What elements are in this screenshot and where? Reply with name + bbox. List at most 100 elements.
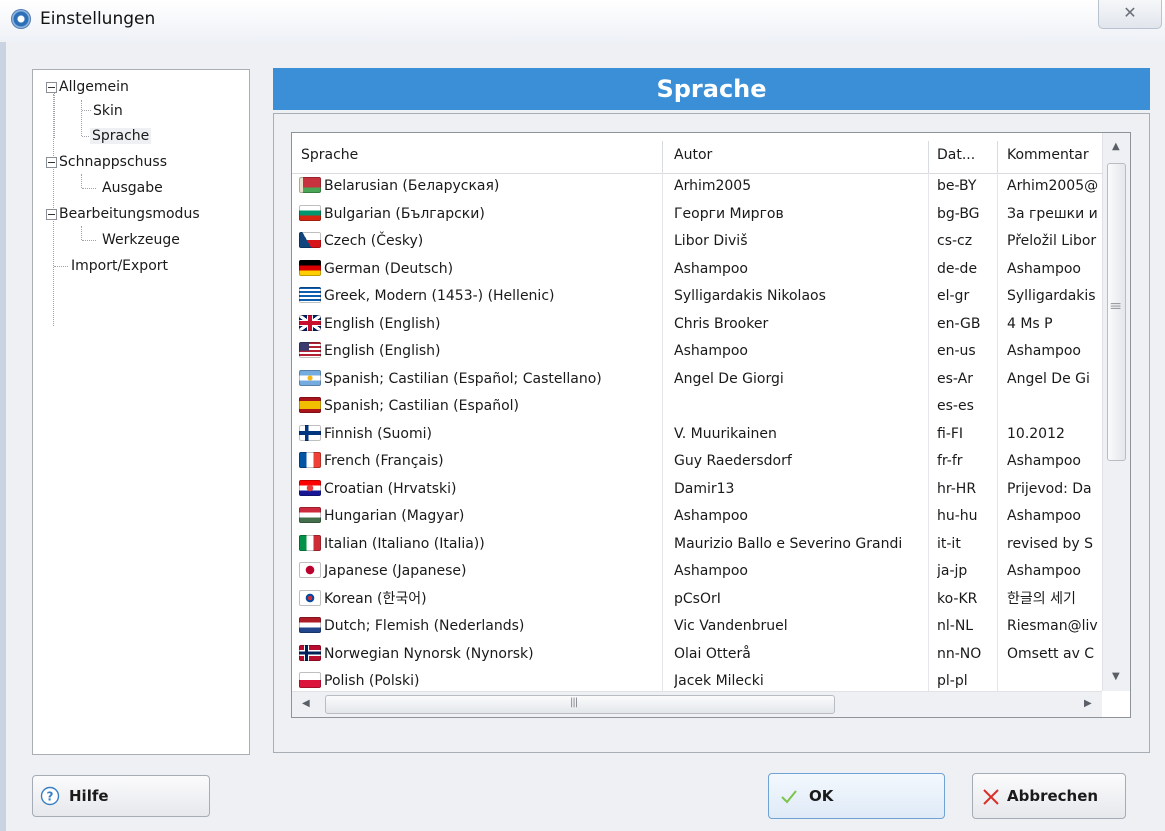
flag-cz-icon — [299, 232, 321, 248]
language-name: English (English) — [324, 315, 441, 332]
tree-item-werkzeuge[interactable]: Werkzeuge — [102, 228, 180, 252]
cell-code: bg-BG — [937, 205, 980, 222]
table-row[interactable]: Hungarian (Magyar) Ashampoo hu-hu Ashampoo — [292, 503, 1102, 531]
checkmark-icon — [781, 790, 797, 804]
title-bar: Einstellungen ✕ — [0, 0, 1165, 42]
scroll-up-icon[interactable]: ▲ — [1112, 141, 1120, 152]
table-row[interactable]: English (English) Ashampoo en-us Ashampoo — [292, 338, 1102, 366]
table-row[interactable]: Greek, Modern (1453-) (Hellenic) Sylligar… — [292, 283, 1102, 311]
cell-language: Italian (Italiano (Italia)) — [292, 531, 660, 558]
scroll-right-icon[interactable]: ▶ — [1084, 698, 1092, 709]
table-row[interactable]: German (Deutsch) Ashampoo de-de Ashampoo — [292, 256, 1102, 284]
cell-comment: 4 Ms P — [1007, 315, 1053, 332]
close-icon: ✕ — [1123, 3, 1137, 22]
cell-author: Георги Миргов — [674, 205, 784, 222]
vertical-scroll-thumb[interactable]: ||| — [1107, 163, 1126, 461]
section-header: Sprache — [273, 68, 1150, 110]
column-header-datei[interactable]: Dat... — [937, 133, 975, 173]
cell-code: hr-HR — [937, 480, 977, 497]
scroll-down-icon[interactable]: ▼ — [1112, 671, 1120, 682]
scroll-left-icon[interactable]: ◀ — [302, 698, 310, 709]
table-row[interactable]: Spanish; Castilian (Español; Castellano)… — [292, 366, 1102, 394]
cancel-button[interactable]: Abbrechen — [972, 773, 1126, 819]
horizontal-scrollbar[interactable]: ◀ ||| ▶ — [292, 691, 1102, 717]
grip-icon: ||| — [1110, 301, 1122, 310]
section-title: Sprache — [656, 75, 767, 103]
table-row[interactable]: Czech (Česky) Libor Diviš cs-cz Přeložil Li… — [292, 228, 1102, 256]
flag-hu-icon — [299, 507, 321, 523]
cell-language: Czech (Česky) — [292, 228, 660, 255]
language-name: German (Deutsch) — [324, 260, 454, 277]
help-button-label: Hilfe — [69, 787, 109, 805]
window-title: Einstellungen — [40, 9, 156, 29]
cell-comment: Ashampoo — [1007, 453, 1081, 469]
cell-comment: Angel De Gi — [1007, 370, 1090, 387]
flag-bg-icon — [299, 204, 321, 221]
table-row[interactable]: Norwegian Nynorsk (Nynorsk) Olai Otterå nn… — [292, 641, 1102, 669]
table-row[interactable]: English (English) Chris Brooker en-GB 4 Ms … — [292, 311, 1102, 339]
collapse-icon[interactable] — [46, 156, 57, 168]
table-row[interactable]: Belarusian (Беларуская) Arhim2005 be-BY Arh… — [292, 173, 1102, 201]
vertical-scrollbar[interactable]: ▲ ||| ▼ — [1102, 133, 1130, 691]
table-row[interactable]: Dutch; Flemish (Nederlands) Vic Vandenbru… — [292, 613, 1102, 641]
cell-author: V. Muurikainen — [674, 425, 777, 442]
cell-code: cs-cz — [937, 233, 973, 249]
close-button[interactable]: ✕ — [1098, 0, 1162, 29]
help-button[interactable]: ? Hilfe — [32, 775, 210, 817]
table-row[interactable]: Bulgarian (Български) Георги Миргов bg-BG З… — [292, 201, 1102, 229]
language-name: Croatian (Hrvatski) — [324, 480, 457, 497]
cell-author: Olai Otterå — [674, 645, 751, 662]
cell-comment: Ashampoo — [1007, 260, 1081, 277]
cell-code: it-it — [937, 535, 961, 552]
table-row[interactable]: Italian (Italiano (Italia)) Maurizio Ball… — [292, 531, 1102, 559]
flag-kr-icon — [299, 589, 321, 606]
cancel-button-label: Abbrechen — [1007, 787, 1099, 805]
tree-item-skin[interactable]: Skin — [93, 99, 123, 123]
ok-button[interactable]: OK — [768, 773, 945, 819]
language-name: Dutch; Flemish (Nederlands) — [324, 618, 525, 634]
table-row[interactable]: Spanish; Castilian (Español) es-es — [292, 393, 1102, 421]
tree-item-ausgabe[interactable]: Ausgabe — [102, 176, 163, 200]
table-row[interactable]: Japanese (Japanese) Ashampoo ja-jp Ashampoo — [292, 558, 1102, 586]
cell-author: Maurizio Ballo e Severino Grandi — [674, 535, 903, 552]
table-row[interactable]: Croatian (Hrvatski) Damir13 hr-HR Prijevod:… — [292, 476, 1102, 504]
table-row[interactable]: Finnish (Suomi) V. Muurikainen fi-FI 10.201… — [292, 421, 1102, 449]
cell-author: Vic Vandenbruel — [674, 618, 788, 634]
table-row[interactable]: French (Français) Guy Raedersdorf fr-fr Ash… — [292, 448, 1102, 476]
cell-code: pl-pl — [937, 673, 968, 689]
flag-no-icon — [299, 644, 321, 661]
tree-item-schnappschuss[interactable]: Schnappschuss — [46, 150, 167, 174]
tree-item-bearbeitungsmodus[interactable]: Bearbeitungsmodus — [46, 202, 200, 226]
column-header-autor[interactable]: Autor — [674, 133, 712, 173]
language-table[interactable]: Sprache Autor Dat... Kommentar Belarusia… — [291, 132, 1131, 718]
table-row[interactable]: Polish (Polski) Jacek Milecki pl-pl — [292, 668, 1102, 691]
table-row[interactable]: Korean (한국어) pCsOrI ko-KR 한글의 세기 — [292, 586, 1102, 614]
settings-tree[interactable]: Allgemein Skin Sprache Schnappschuss Aus… — [32, 69, 250, 755]
cell-comment: Přeložil Libor — [1007, 233, 1097, 249]
flag-es-icon — [299, 397, 321, 413]
cell-author: Arhim2005 — [674, 178, 752, 194]
collapse-icon[interactable] — [46, 81, 57, 93]
table-body: Belarusian (Беларуская) Arhim2005 be-BY Arh… — [292, 173, 1102, 691]
tree-item-sprache[interactable]: Sprache — [90, 124, 152, 148]
cell-language: German (Deutsch) — [292, 256, 660, 283]
flag-hr-icon — [299, 479, 321, 496]
cell-code: be-BY — [937, 178, 977, 194]
cell-code: nl-NL — [937, 618, 974, 634]
column-header-sprache[interactable]: Sprache — [301, 133, 358, 173]
tree-item-allgemein[interactable]: Allgemein — [46, 75, 129, 99]
tree-item-import-export[interactable]: Import/Export — [71, 254, 168, 278]
flag-gb-icon — [299, 314, 321, 331]
grip-icon: ||| — [570, 697, 578, 708]
column-header-kommentar[interactable]: Kommentar — [1007, 133, 1089, 173]
cell-language: Spanish; Castilian (Español) — [292, 393, 660, 420]
language-name: Spanish; Castilian (Español) — [324, 398, 520, 414]
language-name: Hungarian (Magyar) — [324, 508, 465, 524]
collapse-icon[interactable] — [46, 208, 57, 220]
flag-by-icon — [299, 177, 321, 193]
horizontal-scroll-thumb[interactable]: ||| — [325, 695, 835, 714]
flag-pl-icon — [299, 672, 321, 688]
cell-language: Hungarian (Magyar) — [292, 503, 660, 530]
cell-language: French (Français) — [292, 448, 660, 475]
cell-author: Ashampoo — [674, 343, 748, 359]
